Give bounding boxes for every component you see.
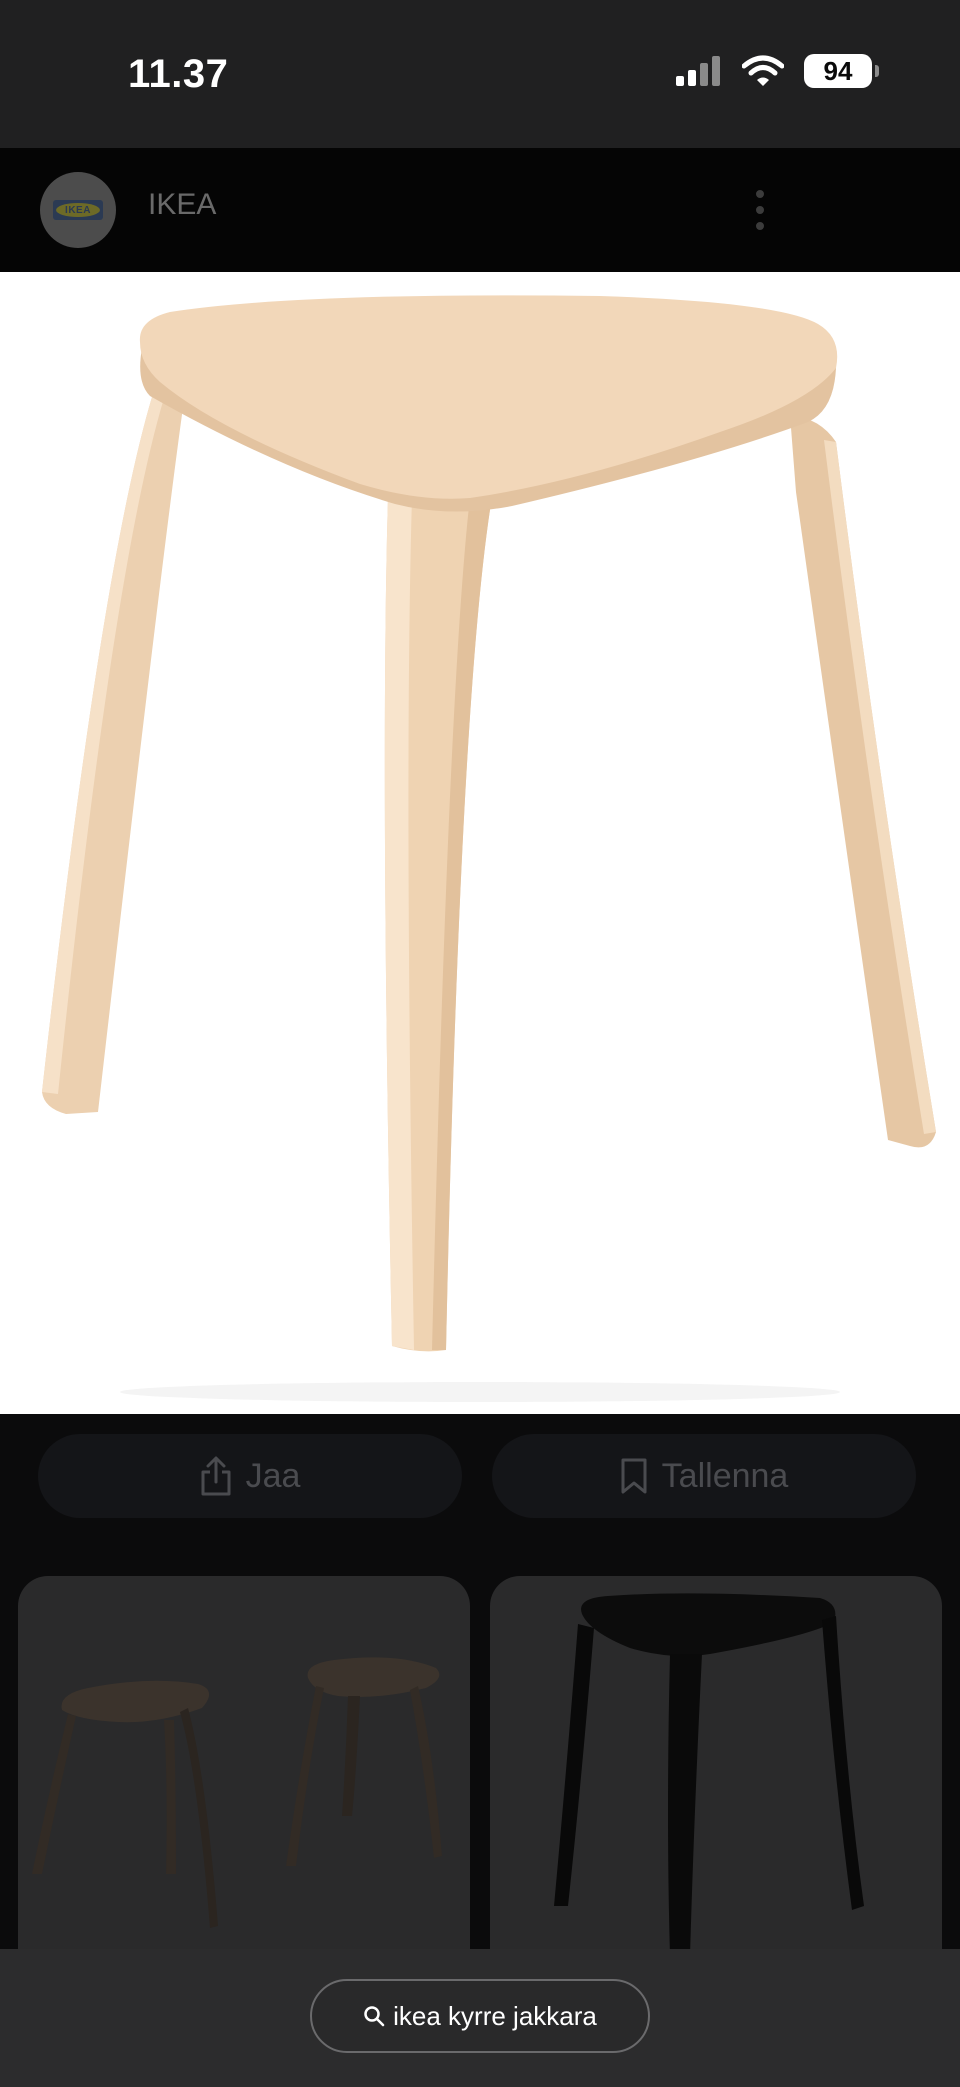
status-icons: 94	[676, 54, 879, 88]
bookmark-icon	[621, 1458, 647, 1494]
status-time: 11.37	[128, 52, 229, 96]
status-bar: 11.37 94	[0, 0, 960, 148]
share-icon	[201, 1456, 231, 1496]
save-label: Tallenna	[661, 1456, 789, 1495]
search-query-text: ikea kyrre jakkara	[393, 2000, 597, 2031]
search-query-pill[interactable]: ikea kyrre jakkara	[310, 1979, 650, 2053]
bottom-search-bar: ikea kyrre jakkara	[0, 1949, 960, 2087]
share-button[interactable]: Jaa	[38, 1434, 462, 1518]
ikea-logo-text: IKEA	[65, 204, 91, 216]
action-bar: Jaa Tallenna	[0, 1414, 960, 1564]
share-label: Jaa	[245, 1456, 301, 1495]
app-name[interactable]: IKEA	[148, 188, 216, 222]
cellular-signal-icon	[676, 56, 720, 86]
wifi-icon	[742, 55, 784, 86]
search-icon	[364, 2006, 385, 2027]
product-image[interactable]	[0, 272, 960, 1414]
battery-indicator: 94	[804, 54, 879, 88]
more-options-icon[interactable]	[744, 186, 776, 234]
ikea-avatar[interactable]: IKEA	[40, 172, 116, 248]
save-button[interactable]: Tallenna	[492, 1434, 916, 1518]
app-header: IKEA IKEA	[0, 148, 960, 272]
ikea-logo: IKEA	[53, 200, 103, 220]
stool-illustration	[0, 272, 960, 1414]
